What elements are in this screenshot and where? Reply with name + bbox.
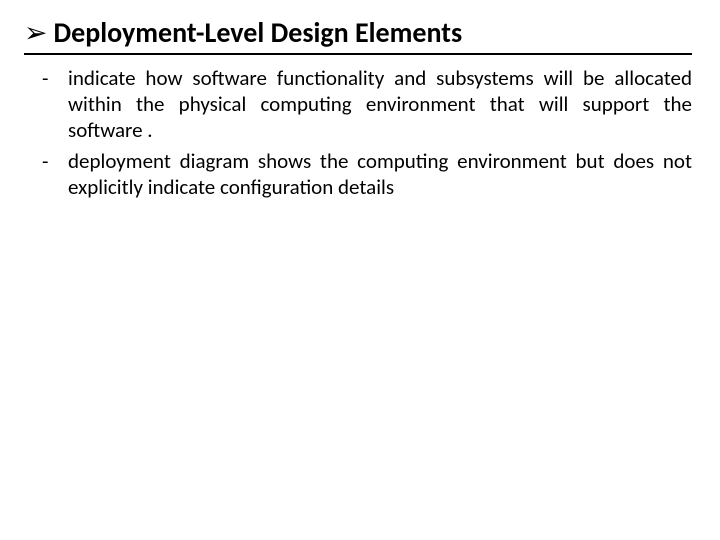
body-list: - indicate how software functionality an…: [42, 65, 692, 200]
page-title: Deployment-Level Design Elements: [53, 18, 462, 49]
list-item: - indicate how software functionality an…: [42, 65, 692, 144]
list-item-text: deployment diagram shows the computing e…: [68, 148, 692, 200]
slide: ➢ Deployment-Level Design Elements - ind…: [0, 0, 720, 540]
dash-icon: -: [42, 148, 48, 174]
list-item: - deployment diagram shows the computing…: [42, 148, 692, 201]
heading-row: ➢ Deployment-Level Design Elements: [24, 18, 692, 55]
chevron-right-icon: ➢: [24, 19, 47, 47]
dash-icon: -: [42, 65, 48, 91]
list-item-text: indicate how software functionality and …: [68, 65, 692, 144]
